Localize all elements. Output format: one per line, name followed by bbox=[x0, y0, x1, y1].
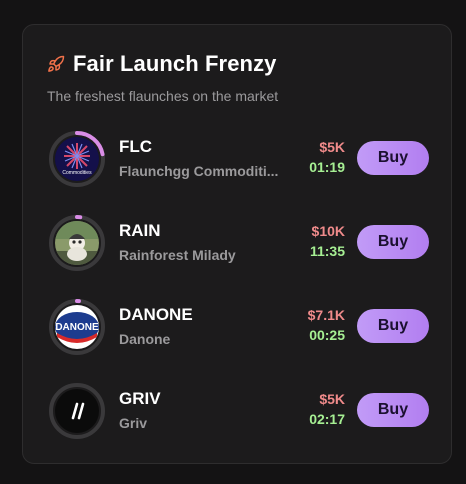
card-title: Fair Launch Frenzy bbox=[73, 51, 277, 76]
token-avatar-wrap bbox=[49, 215, 105, 271]
buy-button[interactable]: Buy bbox=[357, 225, 429, 259]
launch-timer: 01:19 bbox=[309, 159, 345, 175]
token-symbol: DANONE bbox=[119, 305, 193, 324]
token-row[interactable]: RAIN Rainforest Milady $10K 11:35 Buy bbox=[23, 215, 451, 299]
token-name: Rainforest Milady bbox=[119, 247, 236, 263]
token-symbol: GRIV bbox=[119, 389, 161, 408]
token-row[interactable]: GRIV Griv $5K 02:17 Buy bbox=[23, 383, 451, 467]
buy-button[interactable]: Buy bbox=[357, 141, 429, 175]
market-cap: $5K bbox=[319, 391, 345, 407]
market-cap: $7.1K bbox=[307, 307, 345, 323]
launch-timer: 02:17 bbox=[309, 411, 345, 427]
card-subtitle: The freshest flaunches on the market bbox=[47, 88, 279, 104]
fair-launch-card: Fair Launch Frenzy The freshest flaunche… bbox=[22, 24, 452, 464]
card-header: Fair Launch Frenzy bbox=[47, 51, 277, 77]
token-list: Commodities FLC Flaunchgg Commoditi... $… bbox=[23, 131, 451, 467]
rocket-icon bbox=[48, 55, 65, 72]
danone-logo: DANONE bbox=[55, 305, 99, 349]
token-symbol: FLC bbox=[119, 137, 153, 156]
token-avatar-wrap: Commodities bbox=[49, 131, 105, 187]
token-symbol: RAIN bbox=[119, 221, 161, 240]
launch-timer: 00:25 bbox=[309, 327, 345, 343]
market-cap: $10K bbox=[311, 223, 345, 239]
svg-text:Commodities: Commodities bbox=[62, 170, 92, 176]
token-avatar-wrap bbox=[49, 383, 105, 439]
milady-image bbox=[55, 221, 99, 265]
griv-logo bbox=[55, 389, 99, 433]
buy-button[interactable]: Buy bbox=[357, 393, 429, 427]
token-row[interactable]: DANONE DANONE Danone $7.1K 00:25 Buy bbox=[23, 299, 451, 383]
buy-button[interactable]: Buy bbox=[357, 309, 429, 343]
token-name: Griv bbox=[119, 415, 148, 431]
flc-logo: Commodities bbox=[55, 137, 99, 181]
launch-timer: 11:35 bbox=[309, 243, 345, 259]
market-cap: $5K bbox=[319, 139, 345, 155]
svg-text:DANONE: DANONE bbox=[55, 322, 99, 333]
token-name: Danone bbox=[119, 331, 171, 347]
token-name: Flaunchgg Commoditi... bbox=[119, 163, 279, 179]
token-row[interactable]: Commodities FLC Flaunchgg Commoditi... $… bbox=[23, 131, 451, 215]
token-avatar-wrap: DANONE bbox=[49, 299, 105, 355]
